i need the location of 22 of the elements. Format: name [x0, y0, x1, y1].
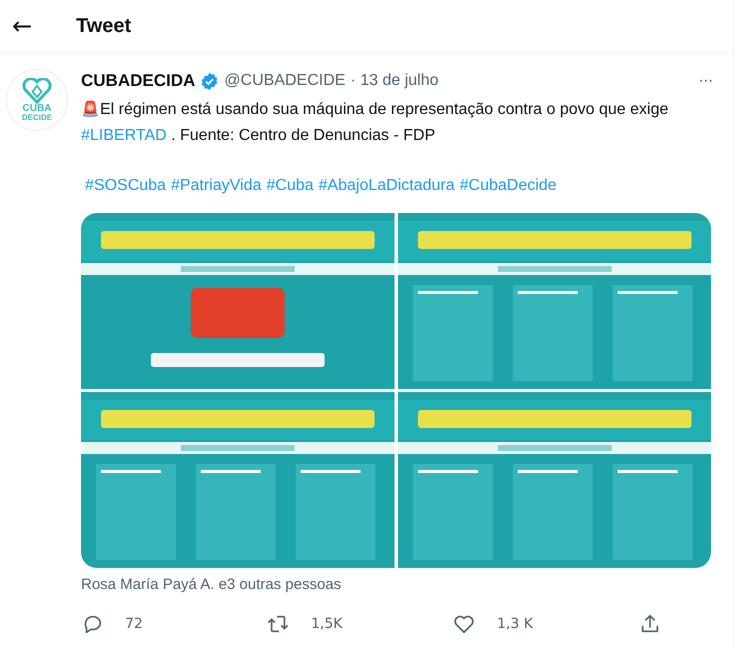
hashtag-link[interactable]: #SOSCuba: [85, 173, 166, 199]
action-count: 1,3 K: [497, 616, 533, 632]
heart-icon[interactable]: [453, 613, 475, 635]
liked-by-text[interactable]: Rosa María Payá A. e3 outras pessoas: [81, 576, 721, 593]
action-count: 1,5K: [311, 616, 342, 632]
hashtag-link[interactable]: #PatriayVida: [170, 173, 262, 199]
tweet-text: 🚨El régimen está usando sua máquina de representação contra o povo que exige #LIBERTAD . Fuente: Centro de Denuncias - FDP: [81, 100, 670, 146]
author-name[interactable]: CUBADECIDA: [81, 71, 196, 91]
share-icon[interactable]: [639, 613, 661, 635]
back-button[interactable]: ←: [12, 12, 76, 40]
avatar[interactable]: CUBA DECIDE: [6, 69, 68, 131]
page-title: Tweet: [76, 14, 132, 38]
author-handle[interactable]: @CUBADECIDE: [224, 72, 346, 90]
hashtag-link[interactable]: #CubaDecide: [460, 173, 557, 199]
retweet-icon[interactable]: [267, 613, 289, 635]
hashtag-link[interactable]: #AbajoLaDictadura: [318, 173, 455, 199]
hashtag-link[interactable]: #LIBERTAD: [81, 127, 167, 144]
hashtag-link[interactable]: #Cuba: [266, 173, 314, 199]
heart-logo-icon: [22, 78, 52, 104]
action-count: 72: [125, 616, 143, 632]
tweet-date[interactable]: · 13 de julho: [350, 72, 438, 90]
more-button[interactable]: ···: [698, 72, 713, 90]
